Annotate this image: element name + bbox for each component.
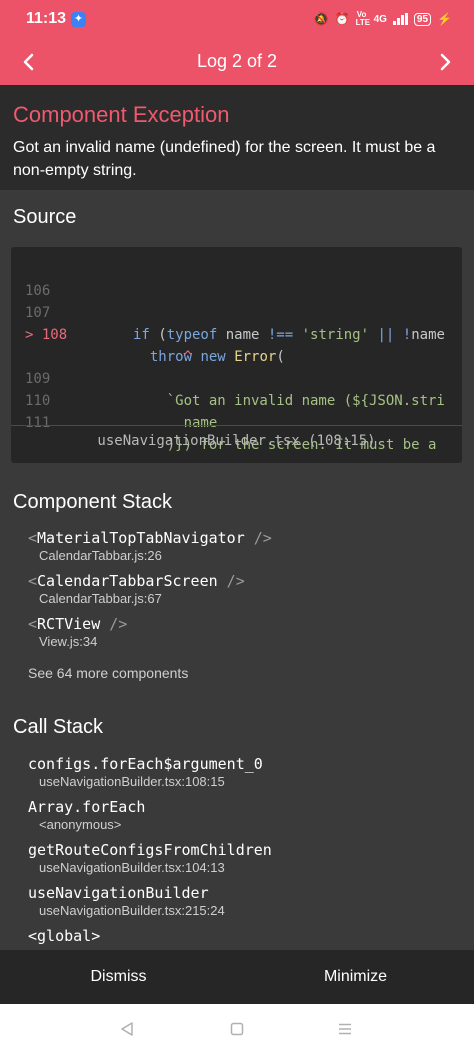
code-line: 109 `Got an invalid name (${JSON.stri xyxy=(11,346,445,409)
call-frame[interactable]: getRouteConfigsFromChildren useNavigatio… xyxy=(28,841,272,875)
code-line: 107 if (typeof name !== 'string' || !nam… xyxy=(11,280,445,343)
triangle-back-icon xyxy=(121,1022,133,1036)
status-time: 11:13 xyxy=(26,10,67,27)
function-name: getRouteConfigsFromChildren xyxy=(28,841,272,859)
call-frame[interactable]: useNavigationBuilder useNavigationBuilde… xyxy=(28,884,225,918)
call-stack-title: Call Stack xyxy=(13,716,104,738)
next-log-button[interactable] xyxy=(420,38,470,85)
system-recents-button[interactable] xyxy=(334,1018,356,1040)
code-text: `Got an invalid name (${JSON.stri xyxy=(133,393,445,409)
function-name: useNavigationBuilder xyxy=(28,884,209,902)
charging-icon: ⚡ xyxy=(437,12,452,26)
component-name: <CalendarTabbarScreen /> xyxy=(28,572,245,590)
function-location: <anonymous> xyxy=(39,817,122,832)
line-number: 111 xyxy=(25,415,51,431)
call-frame[interactable]: <global> xyxy=(28,927,100,945)
call-frame[interactable]: configs.forEach$argument_0 useNavigation… xyxy=(28,755,263,789)
function-name: <global> xyxy=(28,927,101,945)
code-line: 106 xyxy=(11,258,62,299)
function-name: configs.forEach$argument_0 xyxy=(28,755,263,773)
network-type: 4G xyxy=(373,13,387,25)
menu-recents-icon xyxy=(339,1023,351,1035)
code-text: name xyxy=(133,415,218,431)
function-location: useNavigationBuilder.tsx:215:24 xyxy=(39,903,225,918)
minimize-button[interactable]: Minimize xyxy=(237,950,474,1004)
alarm-icon: ⏰ xyxy=(334,12,350,26)
source-title: Source xyxy=(13,206,77,228)
code-line: 110 name xyxy=(11,368,217,431)
component-location: CalendarTabbar.js:67 xyxy=(39,591,162,606)
divider xyxy=(11,425,462,426)
volte-icon: Vo LTE xyxy=(355,10,371,27)
code-text: if (typeof name !== 'string' || !name xyxy=(133,327,445,343)
caret-marker: ^ xyxy=(133,349,193,365)
status-icons: 🔕 ⏰ Vo LTE 4G 95 ⚡ xyxy=(314,11,452,27)
exception-title: Component Exception xyxy=(13,102,230,127)
function-name: Array.forEach xyxy=(28,798,146,816)
call-frame[interactable]: Array.forEach <anonymous> xyxy=(28,798,145,832)
function-location: useNavigationBuilder.tsx:108:15 xyxy=(39,774,225,789)
battery-icon: 95 xyxy=(413,12,432,26)
component-location: View.js:34 xyxy=(39,634,98,649)
mute-icon: 🔕 xyxy=(313,12,329,26)
component-frame[interactable]: <RCTView /> View.js:34 xyxy=(28,615,127,649)
signal-icon xyxy=(392,13,408,25)
component-frame[interactable]: <MaterialTopTabNavigator /> CalendarTabb… xyxy=(28,529,272,563)
function-location: useNavigationBuilder.tsx:104:13 xyxy=(39,860,225,875)
dismiss-button[interactable]: Dismiss xyxy=(0,950,237,1004)
system-navigation-bar xyxy=(0,1004,474,1053)
status-bar: 11:13 ✦ 🔕 ⏰ Vo LTE 4G 95 ⚡ xyxy=(0,0,474,38)
log-footer: Dismiss Minimize xyxy=(0,950,474,1004)
component-stack-title: Component Stack xyxy=(13,491,172,513)
exception-panel: Component Exception Got an invalid name … xyxy=(0,85,474,190)
log-header: Log 2 of 2 xyxy=(0,38,474,85)
error-caret: ^ xyxy=(11,324,192,365)
log-counter: Log 2 of 2 xyxy=(196,51,278,71)
component-name: <MaterialTopTabNavigator /> xyxy=(28,529,272,547)
see-more-components-link[interactable]: See 64 more components xyxy=(28,665,188,681)
chevron-right-icon xyxy=(440,53,451,70)
component-name: <RCTView /> xyxy=(28,615,128,633)
square-home-icon xyxy=(230,1022,244,1036)
log-content[interactable]: Source 106 107 if (typeof name !== 'stri… xyxy=(0,190,474,950)
code-line-error: > 108 throw new Error( xyxy=(11,302,285,365)
code-frame: 106 107 if (typeof name !== 'string' || … xyxy=(11,247,462,463)
component-location: CalendarTabbar.js:26 xyxy=(39,548,162,563)
system-back-button[interactable] xyxy=(116,1018,138,1040)
system-home-button[interactable] xyxy=(226,1018,248,1040)
exception-message: Got an invalid name (undefined) for the … xyxy=(13,139,436,179)
code-line: 111 )}) for the screen. It must be a xyxy=(11,390,436,453)
source-file-link[interactable]: useNavigationBuilder.tsx (108:15) xyxy=(11,433,462,449)
bluetooth-icon: ✦ xyxy=(71,12,86,27)
component-frame[interactable]: <CalendarTabbarScreen /> CalendarTabbar.… xyxy=(28,572,245,606)
